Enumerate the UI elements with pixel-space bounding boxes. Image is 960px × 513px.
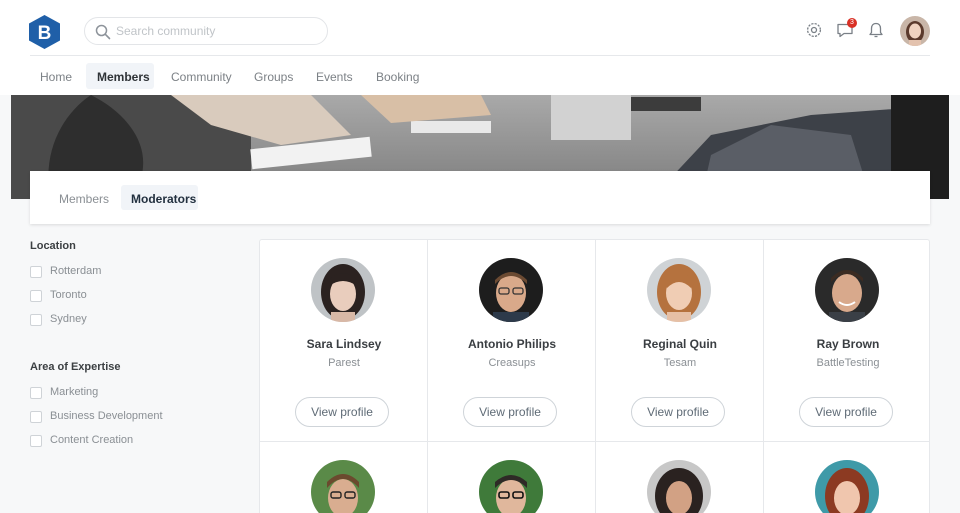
user-avatar[interactable] — [900, 16, 930, 46]
member-company: Tesam — [663, 357, 697, 369]
nav-item-home[interactable]: Home — [40, 70, 72, 84]
member-card: Reginal Quin Tesam View profile — [596, 240, 764, 442]
nav-item-members[interactable]: Members — [97, 70, 150, 84]
view-profile-button[interactable]: View profile — [295, 397, 389, 427]
member-name: Antonio Philips — [468, 337, 556, 351]
member-avatar[interactable] — [647, 460, 711, 513]
member-name: Ray Brown — [816, 337, 880, 351]
filter-option-label: Marketing — [50, 386, 99, 398]
nav-item-events[interactable]: Events — [316, 70, 353, 84]
nav-item-booking[interactable]: Booking — [376, 70, 419, 84]
checkbox[interactable] — [30, 314, 42, 326]
checkbox[interactable] — [30, 266, 42, 278]
brand-logo[interactable]: B — [29, 15, 60, 49]
search-input[interactable] — [116, 23, 316, 39]
member-avatar[interactable] — [479, 258, 543, 322]
member-avatar[interactable] — [647, 258, 711, 322]
tab-members[interactable]: Members — [59, 192, 109, 206]
filter-option-label: Sydney — [50, 313, 87, 325]
checkbox[interactable] — [30, 387, 42, 399]
filter-title-location: Location — [30, 240, 76, 252]
bell-icon[interactable] — [867, 21, 885, 39]
member-avatar[interactable] — [815, 258, 879, 322]
checkbox[interactable] — [30, 411, 42, 423]
top-bar: B 3 — [0, 0, 960, 56]
member-avatar[interactable] — [815, 460, 879, 513]
tab-moderators[interactable]: Moderators — [131, 192, 196, 206]
filter-option-label: Business Development — [50, 410, 163, 422]
filter-title-expertise: Area of Expertise — [30, 361, 121, 373]
member-name: Sara Lindsey — [306, 337, 382, 351]
member-avatar[interactable] — [479, 460, 543, 513]
gear-icon[interactable] — [805, 21, 823, 39]
member-company: Parest — [328, 357, 360, 369]
member-card: Antonio Philips Creasups View profile — [428, 240, 596, 442]
view-profile-button[interactable]: View profile — [799, 397, 893, 427]
checkbox[interactable] — [30, 435, 42, 447]
filter-option-label: Toronto — [50, 289, 87, 301]
logo-letter: B — [38, 23, 52, 44]
notification-badge: 3 — [847, 18, 857, 28]
member-company: BattleTesting — [816, 357, 880, 369]
nav-item-community[interactable]: Community — [171, 70, 232, 84]
view-profile-button[interactable]: View profile — [463, 397, 557, 427]
member-company: Creasups — [488, 357, 536, 369]
member-card — [764, 442, 929, 513]
search-icon — [95, 24, 111, 40]
checkbox[interactable] — [30, 290, 42, 302]
member-avatar[interactable] — [311, 258, 375, 322]
member-card: Sara Lindsey Parest View profile — [260, 240, 428, 442]
member-grid: Sara Lindsey Parest View profile Antonio… — [259, 239, 930, 513]
member-card — [596, 442, 764, 513]
view-profile-button[interactable]: View profile — [631, 397, 725, 427]
member-tabs: Members Moderators — [30, 171, 930, 224]
search-box[interactable] — [84, 17, 328, 45]
filter-option-label: Rotterdam — [50, 265, 102, 277]
member-name: Reginal Quin — [642, 337, 717, 351]
member-card — [428, 442, 596, 513]
member-card — [260, 442, 428, 513]
filter-option-label: Content Creation — [50, 434, 134, 446]
member-card: Ray Brown BattleTesting View profile — [764, 240, 929, 442]
nav-item-groups[interactable]: Groups — [254, 70, 293, 84]
member-avatar[interactable] — [311, 460, 375, 513]
